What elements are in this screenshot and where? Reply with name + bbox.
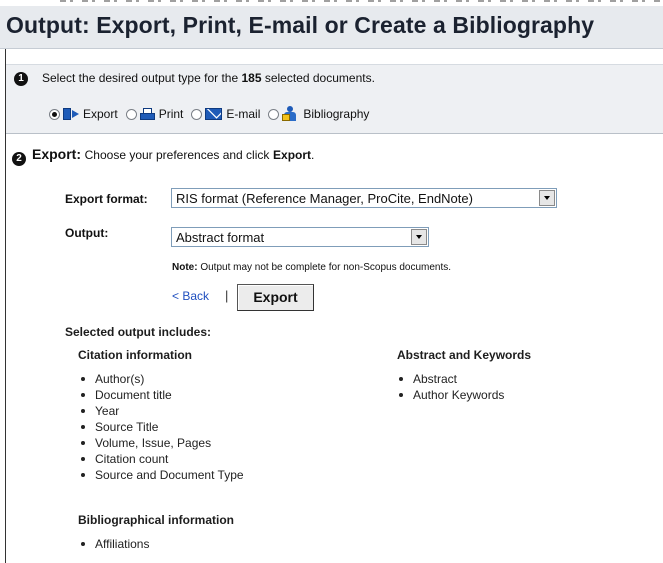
list-item: Source and Document Type [76, 467, 244, 483]
list-item: Year [76, 403, 244, 419]
radio-print[interactable] [125, 108, 137, 120]
radio-email-label[interactable]: E-mail [226, 107, 260, 121]
list-item: Source Title [76, 419, 244, 435]
step1-text-suffix: selected documents. [264, 71, 375, 85]
separator: | [225, 288, 229, 303]
list-item: Volume, Issue, Pages [76, 435, 244, 451]
output-note: Note: Output may not be complete for non… [172, 262, 451, 273]
output-label: Output: [65, 226, 109, 240]
step1-text-prefix: Select the desired output type for the [42, 71, 239, 85]
export-icon [63, 108, 79, 120]
note-label: Note: [172, 262, 198, 273]
radio-bibliography-label[interactable]: Bibliography [303, 107, 369, 121]
output-value: Abstract format [176, 229, 265, 245]
step2-instruction-period: . [311, 148, 315, 162]
output-type-radio-group: Export Print E-mail Bibliography [49, 106, 377, 122]
email-icon [205, 108, 223, 120]
step2-title: Export: [32, 146, 81, 162]
bibliographical-info-list: Affiliations [76, 536, 149, 552]
citation-info-heading: Citation information [78, 348, 192, 362]
output-select[interactable]: Abstract format [171, 227, 429, 247]
step-number-badge: 2 [12, 152, 26, 166]
title-bar: Output: Export, Print, E-mail or Create … [0, 6, 663, 49]
list-item: Abstract [394, 371, 504, 387]
abstract-keywords-heading: Abstract and Keywords [397, 348, 532, 362]
radio-print-label[interactable]: Print [159, 107, 184, 121]
list-item: Author Keywords [394, 387, 504, 403]
selected-output-heading: Selected output includes: [65, 325, 212, 339]
chevron-down-icon[interactable] [411, 229, 427, 245]
export-format-label: Export format: [65, 192, 148, 206]
radio-email[interactable] [191, 108, 203, 120]
print-icon [139, 107, 155, 121]
note-text: Output may not be complete for non-Scopu… [200, 262, 452, 273]
step1-instruction: 1 Select the desired output type for the… [14, 71, 375, 86]
list-item: Citation count [76, 451, 244, 467]
abstract-keywords-list: Abstract Author Keywords [394, 371, 504, 403]
list-item: Affiliations [76, 536, 149, 552]
selected-count: 185 [241, 71, 262, 85]
radio-export[interactable] [49, 108, 60, 120]
back-link[interactable]: < Back [172, 289, 209, 303]
step-number-badge: 1 [14, 72, 28, 86]
bibliographical-info-heading: Bibliographical information [78, 513, 235, 527]
radio-bibliography[interactable] [268, 108, 280, 120]
step2-instruction: Choose your preferences and click [84, 148, 270, 162]
step2-heading: 2 Export: Choose your preferences and cli… [12, 146, 314, 166]
list-item: Author(s) [76, 371, 244, 387]
step1-panel: 1 Select the desired output type for the… [6, 64, 663, 134]
export-format-value: RIS format (Reference Manager, ProCite, … [176, 190, 473, 206]
radio-export-label[interactable]: Export [83, 107, 118, 121]
export-format-select[interactable]: RIS format (Reference Manager, ProCite, … [171, 188, 557, 208]
step2-instruction-bold: Export [273, 148, 312, 162]
export-button[interactable]: Export [237, 284, 314, 311]
bibliography-icon [282, 106, 299, 122]
list-item: Document title [76, 387, 244, 403]
page-title: Output: Export, Print, E-mail or Create … [6, 12, 595, 38]
citation-info-list: Author(s) Document title Year Source Tit… [76, 371, 244, 483]
chevron-down-icon[interactable] [539, 190, 555, 206]
